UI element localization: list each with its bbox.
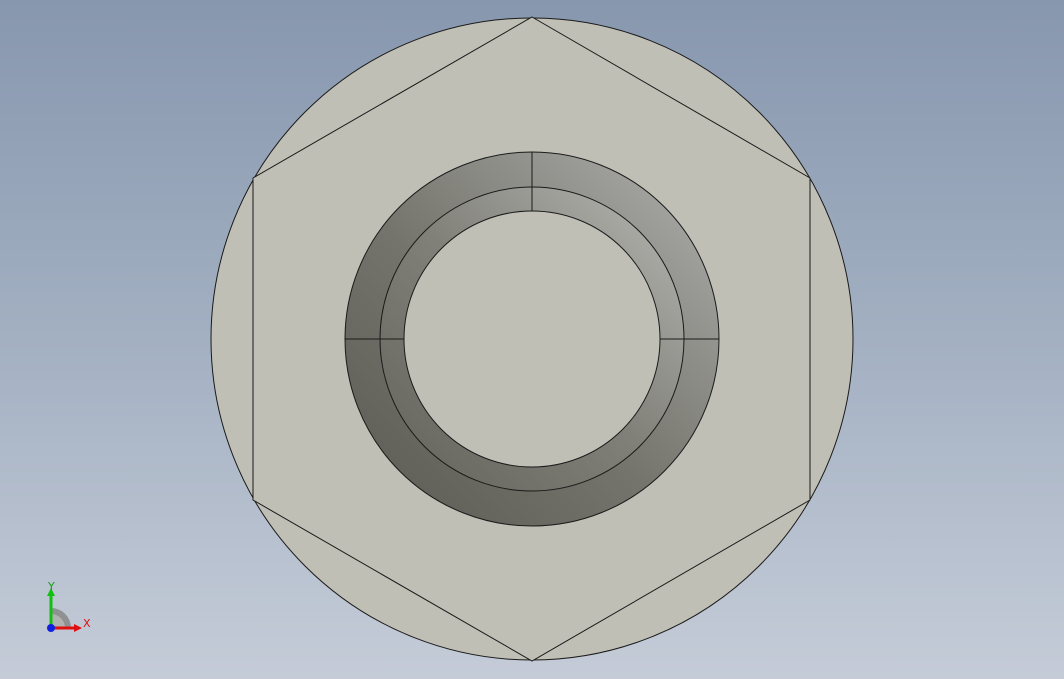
triad-x-label: X bbox=[83, 617, 91, 630]
triad-y-label: Y bbox=[47, 580, 55, 593]
bore-inner[interactable] bbox=[403, 210, 661, 468]
coordinate-triad: Y X bbox=[47, 580, 91, 632]
nut-model[interactable] bbox=[0, 0, 1064, 679]
graphics-viewport[interactable]: Y X bbox=[0, 0, 1064, 679]
triad-z-axis bbox=[47, 624, 55, 632]
